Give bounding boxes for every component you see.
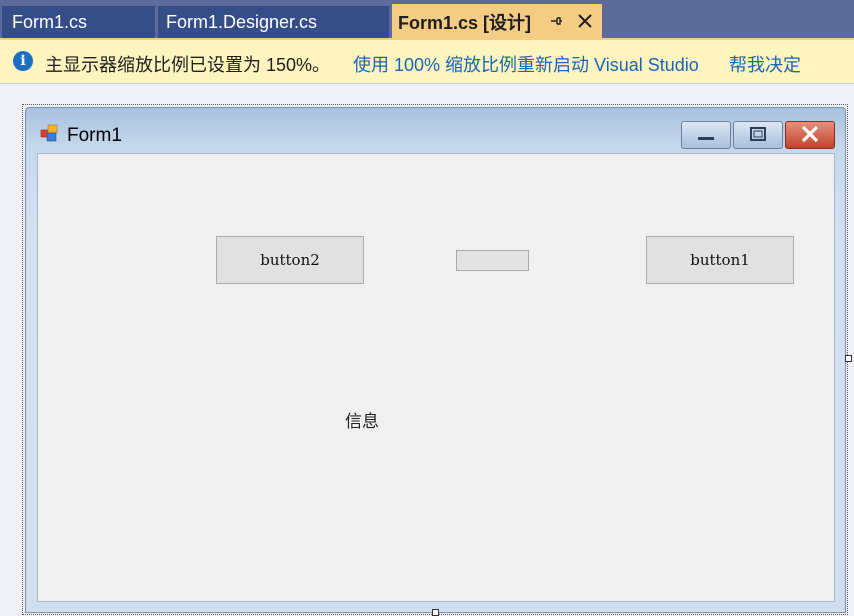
textbox[interactable] — [456, 250, 529, 271]
button2[interactable]: button2 — [216, 236, 364, 284]
help-me-decide-link[interactable]: 帮我决定 — [729, 51, 801, 77]
close-icon — [801, 125, 819, 143]
info-message: 主显示器缩放比例已设置为 150%。 — [45, 55, 331, 75]
button1[interactable]: button1 — [646, 236, 794, 284]
minimize-icon — [698, 137, 714, 140]
info-icon: i — [13, 51, 33, 71]
maximize-icon — [750, 127, 766, 141]
form-window[interactable]: Form1 button2 button1 信息 — [25, 107, 846, 613]
button1-label: button1 — [690, 251, 750, 269]
tab-label: Form1.Designer.cs — [166, 11, 318, 32]
pin-icon[interactable] — [548, 13, 564, 29]
form-client-area[interactable]: button2 button1 信息 — [37, 153, 835, 602]
restart-100-percent-link[interactable]: 使用 100% 缩放比例重新启动 Visual Studio — [353, 51, 699, 77]
maximize-button[interactable] — [733, 121, 783, 149]
info-label[interactable]: 信息 — [345, 407, 379, 432]
tab-label: Form1.cs — [12, 11, 88, 32]
button2-label: button2 — [260, 251, 320, 269]
form-close-button[interactable] — [785, 121, 835, 149]
resize-handle-right[interactable] — [845, 355, 852, 362]
form-title: Form1 — [67, 125, 122, 146]
minimize-button[interactable] — [681, 121, 731, 149]
document-tab-strip: Form1.cs Form1.Designer.cs Form1.cs [设计] — [0, 0, 854, 40]
tab-form1-cs[interactable]: Form1.cs — [2, 6, 155, 38]
tab-form1-designer-cs[interactable]: Form1.Designer.cs — [158, 6, 389, 38]
tab-label: Form1.cs [设计] — [398, 13, 532, 33]
close-icon[interactable] — [576, 12, 594, 30]
resize-handle-bottom[interactable] — [432, 609, 439, 616]
windows-form-icon — [40, 124, 58, 142]
tab-form1-design[interactable]: Form1.cs [设计] — [392, 4, 602, 40]
dpi-info-bar: i 主显示器缩放比例已设置为 150%。 使用 100% 缩放比例重新启动 Vi… — [0, 40, 854, 84]
